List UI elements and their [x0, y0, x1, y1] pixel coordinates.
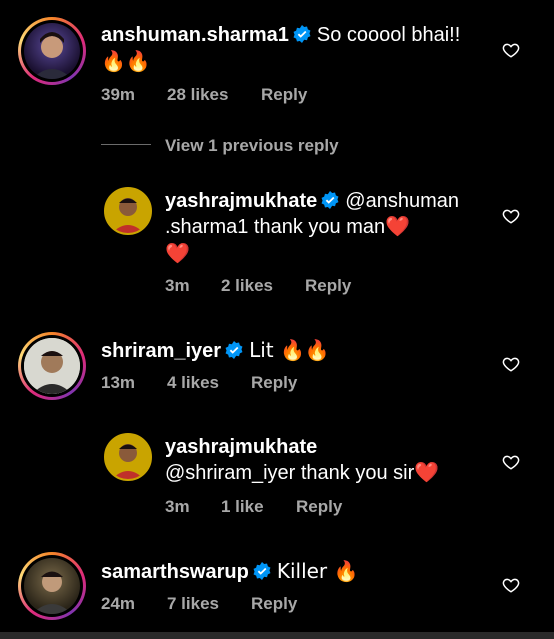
- comment-text: So cooool bhai!!: [316, 24, 461, 46]
- reply-button[interactable]: Reply: [261, 85, 307, 105]
- heart-outline-icon[interactable]: [502, 41, 520, 59]
- reply-button[interactable]: Reply: [251, 594, 297, 614]
- avatar[interactable]: [104, 187, 152, 235]
- comment-text: Lit 🔥🔥: [249, 338, 330, 362]
- heart-outline-icon[interactable]: [502, 355, 520, 373]
- comment-text: Killer 🔥: [276, 559, 359, 583]
- comment-likes[interactable]: 7 likes: [167, 594, 219, 614]
- reply-button[interactable]: Reply: [305, 276, 351, 296]
- comment-time: 3m: [165, 276, 190, 295]
- verified-badge-icon: [225, 341, 243, 359]
- comment-username[interactable]: yashrajmukhate: [165, 436, 317, 458]
- comment-username[interactable]: anshuman.sharma1: [101, 24, 289, 46]
- comment-time: 39m: [101, 85, 136, 104]
- reply-button[interactable]: Reply: [251, 373, 297, 393]
- comment-time: 3m: [165, 497, 190, 516]
- comment-likes[interactable]: 1 like: [221, 497, 264, 517]
- comment-likes[interactable]: 2 likes: [221, 276, 273, 296]
- comment-username[interactable]: samarthswarup: [101, 561, 249, 583]
- comment-text: @shriram_iyer thank you sir❤️: [165, 462, 440, 484]
- comment-text-line3: ❤️: [165, 241, 190, 265]
- comment-text: @anshuman: [345, 190, 459, 212]
- divider-line: [101, 144, 151, 145]
- avatar[interactable]: [24, 338, 80, 394]
- comment-likes[interactable]: 4 likes: [167, 373, 219, 393]
- comment-likes[interactable]: 28 likes: [167, 85, 228, 105]
- comment-username[interactable]: shriram_iyer: [101, 340, 221, 362]
- comment-time: 13m: [101, 373, 136, 392]
- avatar-story-ring[interactable]: [18, 332, 86, 400]
- bottom-divider: [0, 632, 554, 639]
- heart-outline-icon[interactable]: [502, 576, 520, 594]
- reply-button[interactable]: Reply: [296, 497, 342, 517]
- avatar-story-ring[interactable]: [18, 17, 86, 85]
- avatar[interactable]: [24, 23, 80, 79]
- comment-time: 24m: [101, 594, 136, 613]
- heart-outline-icon[interactable]: [502, 207, 520, 225]
- avatar[interactable]: [24, 558, 80, 614]
- heart-outline-icon[interactable]: [502, 453, 520, 471]
- view-previous-replies[interactable]: View 1 previous reply: [165, 136, 339, 156]
- verified-badge-icon: [321, 191, 339, 209]
- comment-text-emoji: 🔥🔥: [101, 49, 151, 73]
- avatar-story-ring[interactable]: [18, 552, 86, 620]
- verified-badge-icon: [293, 25, 311, 43]
- comment-text-line2: .sharma1 thank you man❤️: [165, 216, 411, 238]
- avatar[interactable]: [104, 433, 152, 481]
- comment-username[interactable]: yashrajmukhate: [165, 190, 317, 212]
- verified-badge-icon: [253, 562, 271, 580]
